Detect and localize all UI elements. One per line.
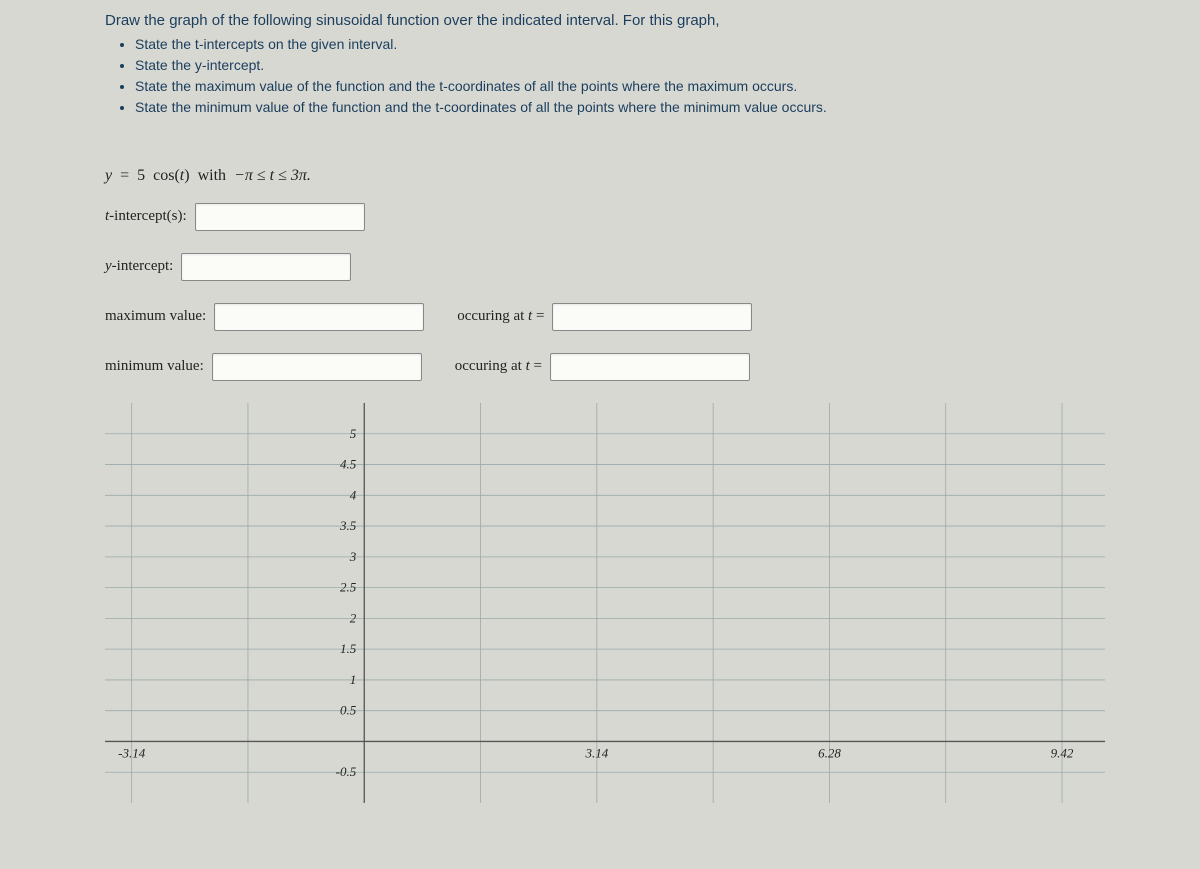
svg-text:3: 3 bbox=[349, 548, 357, 563]
svg-text:-0.5: -0.5 bbox=[336, 764, 357, 779]
svg-text:-3.14: -3.14 bbox=[118, 745, 146, 760]
max-label: maximum value: bbox=[105, 308, 206, 325]
max-at-label: occuring at t = bbox=[457, 308, 544, 325]
min-label: minimum value: bbox=[105, 358, 204, 375]
svg-text:3.5: 3.5 bbox=[339, 518, 357, 533]
y-intercept-row: y-intercept: bbox=[105, 253, 1105, 281]
max-value-input[interactable] bbox=[214, 303, 424, 331]
t-intercepts-label: t-intercept(s): bbox=[105, 208, 187, 225]
svg-text:9.42: 9.42 bbox=[1051, 745, 1074, 760]
problem-statement: Draw the graph of the following sinusoid… bbox=[105, 0, 1105, 127]
bullet-item: State the y-intercept. bbox=[135, 56, 1105, 75]
svg-text:5: 5 bbox=[350, 425, 357, 440]
min-value-input[interactable] bbox=[212, 353, 422, 381]
bullet-item: State the minimum value of the function … bbox=[135, 98, 1105, 117]
svg-text:4: 4 bbox=[350, 487, 357, 502]
problem-intro: Draw the graph of the following sinusoid… bbox=[105, 12, 1105, 29]
problem-page: Draw the graph of the following sinusoid… bbox=[105, 0, 1105, 803]
svg-text:6.28: 6.28 bbox=[818, 745, 841, 760]
min-at-input[interactable] bbox=[550, 353, 750, 381]
svg-text:4.5: 4.5 bbox=[340, 456, 357, 471]
svg-text:1: 1 bbox=[350, 671, 357, 686]
svg-text:1.5: 1.5 bbox=[340, 641, 357, 656]
max-at-input[interactable] bbox=[552, 303, 752, 331]
graph-area[interactable]: -0.5 0.5 1 1.5 2 2.5 3 3.5 4 4.5 5 -3.14 3.14 6.28 9.4… bbox=[105, 403, 1105, 803]
svg-text:2: 2 bbox=[350, 610, 357, 625]
problem-bullets: State the t-intercepts on the given inte… bbox=[135, 35, 1105, 117]
t-intercepts-row: t-intercept(s): bbox=[105, 203, 1105, 231]
min-row: minimum value: occuring at t = bbox=[105, 353, 1105, 381]
svg-text:0.5: 0.5 bbox=[340, 702, 357, 717]
t-intercepts-input[interactable] bbox=[195, 203, 365, 231]
max-row: maximum value: occuring at t = bbox=[105, 303, 1105, 331]
bullet-item: State the maximum value of the function … bbox=[135, 77, 1105, 96]
y-intercept-label: y-intercept: bbox=[105, 258, 173, 275]
svg-text:2.5: 2.5 bbox=[340, 579, 357, 594]
y-intercept-input[interactable] bbox=[181, 253, 351, 281]
bullet-item: State the t-intercepts on the given inte… bbox=[135, 35, 1105, 54]
coordinate-plane[interactable]: -0.5 0.5 1 1.5 2 2.5 3 3.5 4 4.5 5 -3.14 3.14 6.28 9.4… bbox=[105, 403, 1105, 803]
min-at-label: occuring at t = bbox=[455, 358, 542, 375]
svg-text:3.14: 3.14 bbox=[584, 745, 608, 760]
formula-line: y = 5 cos(t) with −π ≤ t ≤ 3π. bbox=[105, 167, 1105, 185]
